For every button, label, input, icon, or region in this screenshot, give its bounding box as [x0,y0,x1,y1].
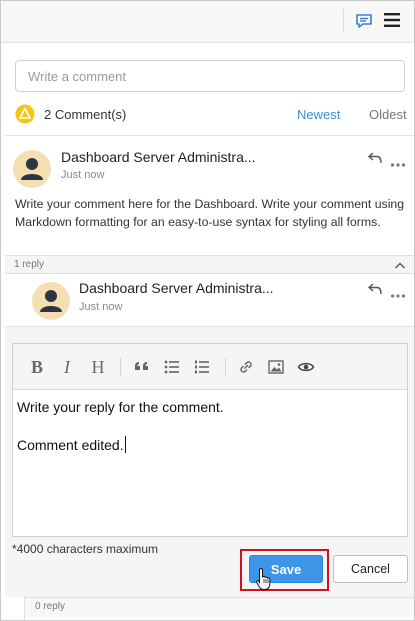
cancel-button[interactable]: Cancel [333,555,408,583]
replies-count: 1 reply [14,259,45,270]
chevron-up-icon[interactable] [394,259,406,271]
comment-author: Dashboard Server Administra... [61,149,256,165]
chat-icon[interactable] [354,11,374,31]
divider [5,135,414,136]
editor-line: Write your reply for the comment. [17,399,224,415]
top-bar [1,1,414,43]
replies-toggle[interactable]: 1 reply [5,255,414,274]
toolbar-separator [120,358,121,376]
editor-line: Comment edited. [17,437,124,453]
reply-avatar [32,282,70,320]
left-strip [1,597,25,620]
character-limit-note: *4000 characters maximum [12,542,159,556]
warning-icon [15,104,35,124]
reply-footer: 0 reply [5,597,414,617]
italic-button[interactable]: I [59,357,75,377]
sort-oldest-link[interactable]: Oldest [369,107,407,122]
reply-author: Dashboard Server Administra... [79,280,274,296]
more-icon[interactable] [390,155,406,167]
reply-time: Just now [79,301,123,313]
hamburger-menu-icon[interactable] [382,10,402,30]
markdown-editor[interactable]: B I H Write your reply for the comment. … [12,343,408,537]
replies-count: 0 reply [35,601,66,612]
reply-icon[interactable] [367,151,383,165]
sort-newest-link[interactable]: Newest [297,107,340,122]
comments-panel: 2 Comment(s) Newest Oldest Dashboard Ser… [0,0,415,621]
hand-cursor-icon [255,567,275,591]
more-icon[interactable] [390,286,406,298]
avatar [13,150,51,188]
image-icon[interactable] [267,357,285,377]
heading-button[interactable]: H [89,357,107,377]
bullet-list-icon[interactable] [163,357,181,377]
bold-button[interactable]: B [29,357,45,377]
text-caret [124,436,126,453]
comment-input[interactable] [15,60,405,92]
link-icon[interactable] [237,357,255,377]
comments-header: 2 Comment(s) Newest Oldest [15,102,407,126]
comment-count: 2 Comment(s) [44,107,127,122]
comment-time: Just now [61,169,105,181]
comment-body: Write your comment here for the Dashboar… [15,197,405,229]
reply-icon[interactable] [367,282,383,296]
preview-eye-icon[interactable] [297,357,315,377]
editor-content[interactable]: Write your reply for the comment. Commen… [17,398,224,455]
editor-toolbar: B I H [13,344,407,390]
toolbar-separator [343,9,344,33]
quote-icon[interactable] [133,357,151,377]
numbered-list-icon[interactable] [193,357,211,377]
toolbar-separator [225,358,226,376]
